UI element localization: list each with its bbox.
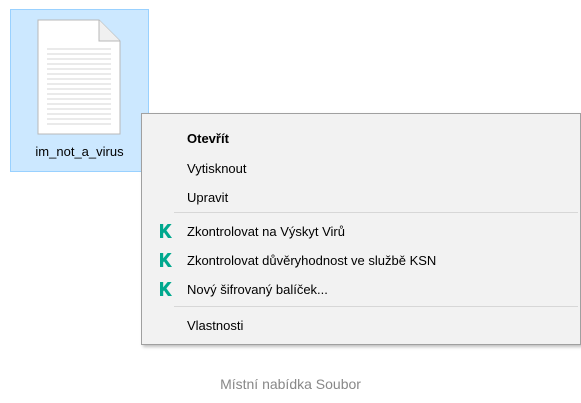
kaspersky-k-icon <box>160 253 172 267</box>
menu-item-open-label: Otevřít <box>187 130 229 146</box>
menu-separator <box>174 212 578 213</box>
file-item[interactable]: im_not_a_virus <box>10 9 149 172</box>
menu-item-encrypted-package[interactable]: Nový šifrovaný balíček... <box>142 277 580 301</box>
menu-item-check-ksn[interactable]: Zkontrolovat důvěryhodnost ve službě KSN <box>142 248 580 272</box>
menu-item-edit-label: Upravit <box>187 189 229 205</box>
menu-item-properties-label: Vlastnosti <box>187 317 244 333</box>
figure-caption: Místní nabídka Soubor <box>220 376 361 392</box>
menu-item-properties[interactable]: Vlastnosti <box>142 313 580 337</box>
file-name-label: im_not_a_virus <box>35 144 124 159</box>
menu-item-open[interactable]: Otevřít <box>142 126 580 150</box>
kaspersky-k-icon <box>160 282 172 296</box>
menu-item-edit[interactable]: Upravit <box>142 185 580 209</box>
menu-item-print[interactable]: Vytisknout <box>142 156 580 180</box>
menu-item-scan-viruses-label: Zkontrolovat na Výskyt Virů <box>187 223 345 239</box>
text-document-icon <box>37 19 121 135</box>
kaspersky-k-icon <box>160 224 172 238</box>
menu-separator <box>174 306 578 307</box>
menu-item-check-ksn-label: Zkontrolovat důvěryhodnost ve službě KSN <box>187 252 437 268</box>
context-menu: Otevřít Vytisknout Upravit Zkontrolovat … <box>141 113 581 345</box>
menu-item-print-label: Vytisknout <box>187 160 247 176</box>
menu-item-scan-viruses[interactable]: Zkontrolovat na Výskyt Virů <box>142 219 580 243</box>
menu-item-encrypted-package-label: Nový šifrovaný balíček... <box>187 281 328 297</box>
